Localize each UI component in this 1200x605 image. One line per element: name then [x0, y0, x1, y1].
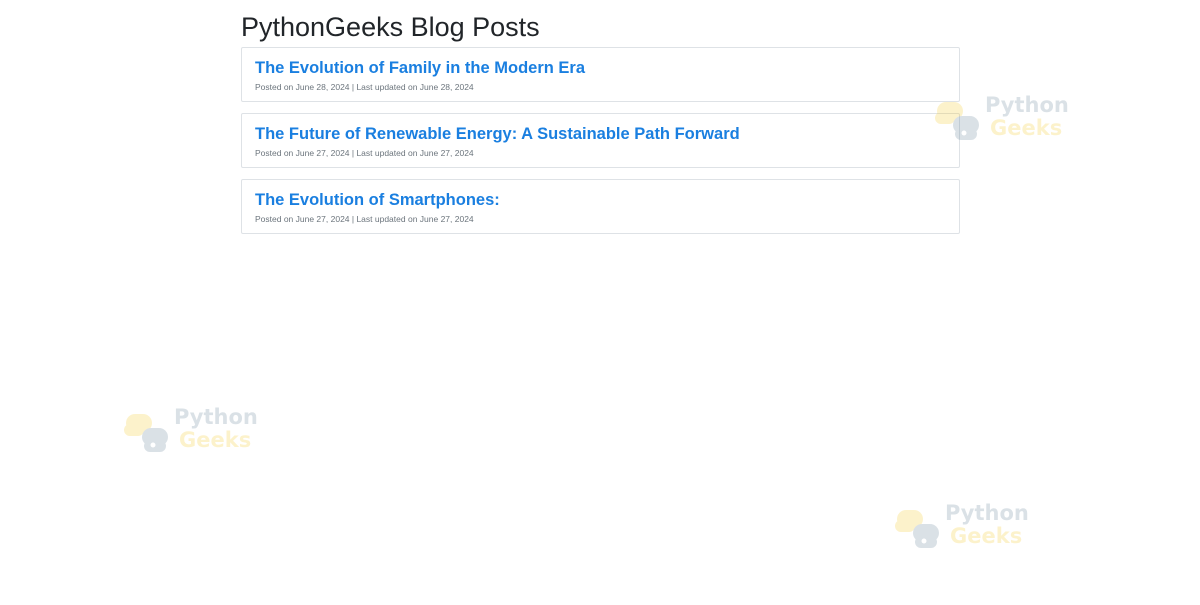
watermark-line2: Geeks: [950, 524, 1023, 548]
python-geeks-watermark: Python Geeks: [895, 501, 1029, 552]
python-geeks-watermark: Python Geeks: [124, 405, 258, 456]
python-geeks-logo-icon: [124, 414, 168, 452]
post-card: The Evolution of Family in the Modern Er…: [241, 47, 960, 102]
watermark-line2: Geeks: [179, 428, 252, 452]
post-title-link[interactable]: The Evolution of Family in the Modern Er…: [255, 58, 585, 78]
post-title-link[interactable]: The Evolution of Smartphones:: [255, 190, 500, 210]
post-card: The Future of Renewable Energy: A Sustai…: [241, 113, 960, 168]
page-title: PythonGeeks Blog Posts: [241, 12, 540, 42]
post-meta: Posted on June 27, 2024 | Last updated o…: [255, 214, 474, 224]
watermark-line1: Python: [174, 405, 258, 429]
python-geeks-logo-icon: [895, 510, 939, 548]
post-card: The Evolution of Smartphones: Posted on …: [241, 179, 960, 234]
watermark-line2: Geeks: [990, 116, 1063, 140]
post-title-link[interactable]: The Future of Renewable Energy: A Sustai…: [255, 124, 740, 144]
post-meta: Posted on June 28, 2024 | Last updated o…: [255, 82, 474, 92]
post-meta: Posted on June 27, 2024 | Last updated o…: [255, 148, 474, 158]
watermark-line1: Python: [985, 93, 1069, 117]
watermark-line1: Python: [945, 501, 1029, 525]
